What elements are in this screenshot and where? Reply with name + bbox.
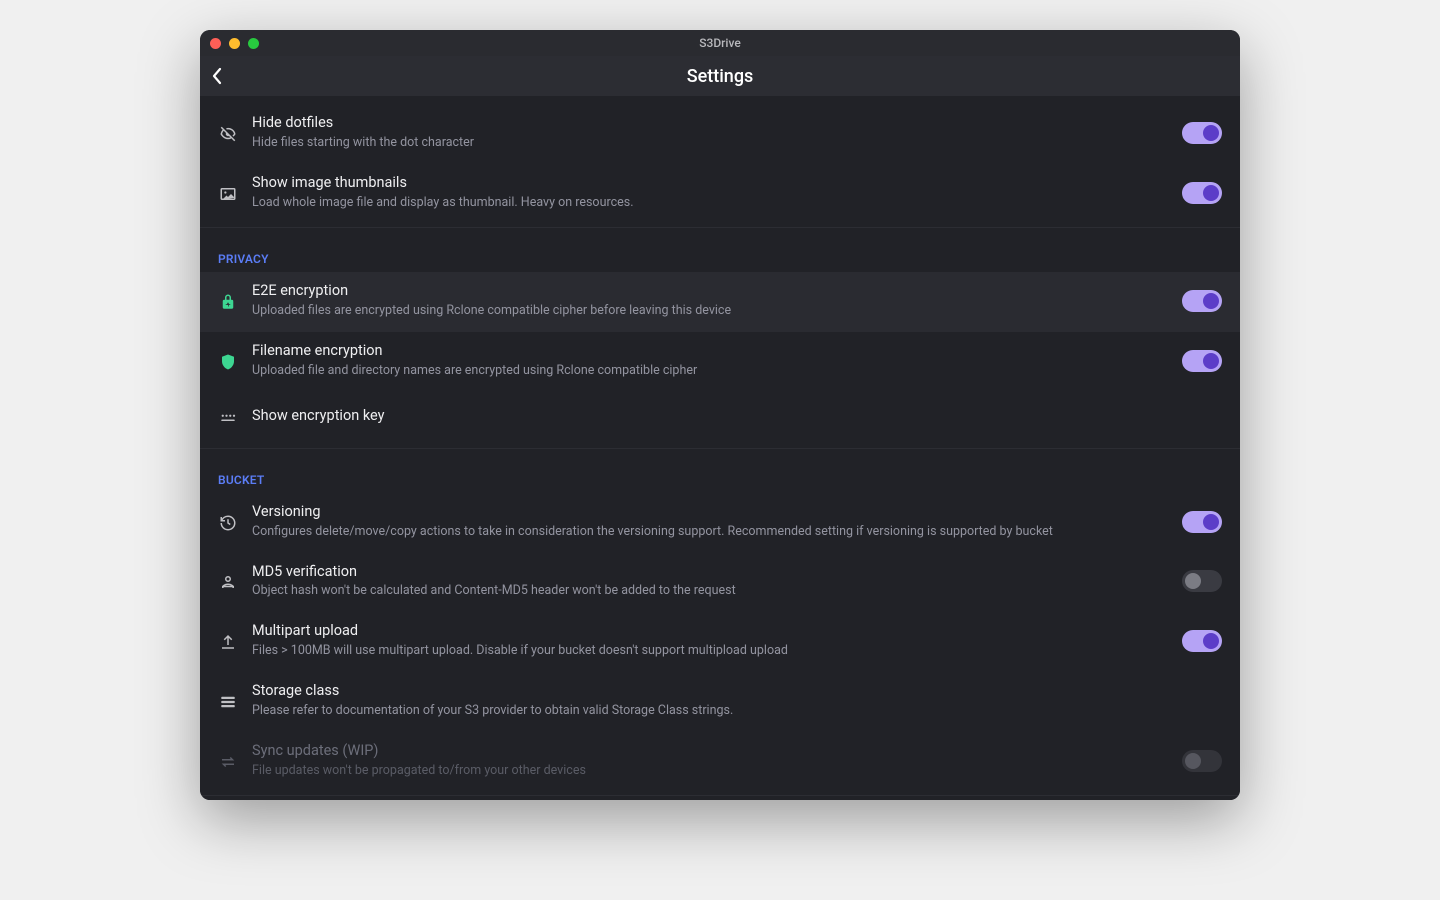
lock-plus-icon [218,293,238,311]
row-title: E2E encryption [252,282,1168,301]
shield-icon [218,353,238,371]
close-window-button[interactable] [210,38,221,49]
row-title: Hide dotfiles [252,114,1168,133]
titlebar: S3Drive [200,30,1240,56]
row-title: Storage class [252,682,1222,701]
window-title: S3Drive [699,36,741,50]
storage-class-row[interactable]: Storage class Please refer to documentat… [200,672,1240,732]
row-title: Multipart upload [252,622,1168,641]
versioning-toggle[interactable] [1182,511,1222,533]
password-dots-icon [218,409,238,427]
e2e-encryption-row: E2E encryption Uploaded files are encryp… [200,272,1240,332]
row-title: MD5 verification [252,563,1168,582]
row-body: Multipart upload Files > 100MB will use … [252,622,1168,660]
row-body: Storage class Please refer to documentat… [252,682,1222,720]
versioning-row: Versioning Configures delete/move/copy a… [200,493,1240,553]
row-subtitle: Please refer to documentation of your S3… [252,703,1222,720]
row-body: E2E encryption Uploaded files are encryp… [252,282,1168,320]
sync-icon [218,753,238,771]
back-button[interactable] [212,67,222,85]
row-body: Show image thumbnails Load whole image f… [252,174,1168,212]
page-title: Settings [687,66,754,87]
bucket-section-header: BUCKET [200,459,1240,493]
chevron-left-icon [212,67,222,85]
row-subtitle: Load whole image file and display as thu… [252,195,1168,212]
row-title: Show encryption key [252,407,1222,426]
e2e-encryption-toggle[interactable] [1182,290,1222,312]
md5-verification-row: MD5 verification Object hash won't be ca… [200,553,1240,613]
row-subtitle: Uploaded file and directory names are en… [252,363,1168,380]
row-body: Sync updates (WIP) File updates won't be… [252,742,1168,780]
hide-dotfiles-row: Hide dotfiles Hide files starting with t… [200,104,1240,164]
maximize-window-button[interactable] [248,38,259,49]
app-window: S3Drive Settings Hide dotfiles Hide file… [200,30,1240,800]
row-title: Sync updates (WIP) [252,742,1168,761]
filename-encryption-row: Filename encryption Uploaded file and di… [200,332,1240,392]
row-subtitle: Uploaded files are encrypted using Rclon… [252,303,1168,320]
row-subtitle: Files > 100MB will use multipart upload.… [252,643,1168,660]
minimize-window-button[interactable] [229,38,240,49]
multipart-upload-toggle[interactable] [1182,630,1222,652]
row-title: Filename encryption [252,342,1168,361]
history-icon [218,514,238,532]
privacy-section-header: PRIVACY [200,238,1240,272]
row-body: Show encryption key [252,407,1222,426]
show-encryption-key-row[interactable]: Show encryption key [200,392,1240,444]
row-subtitle: File updates won't be propagated to/from… [252,763,1168,780]
row-body: Hide dotfiles Hide files starting with t… [252,114,1168,152]
fingerprint-icon [218,573,238,591]
row-body: Filename encryption Uploaded file and di… [252,342,1168,380]
multipart-upload-row: Multipart upload Files > 100MB will use … [200,612,1240,672]
filename-encryption-toggle[interactable] [1182,350,1222,372]
image-icon [218,185,238,203]
page-header: Settings [200,56,1240,96]
eye-off-icon [218,125,238,143]
show-thumbnails-row: Show image thumbnails Load whole image f… [200,164,1240,224]
hide-dotfiles-toggle[interactable] [1182,122,1222,144]
row-subtitle: Hide files starting with the dot charact… [252,135,1168,152]
sync-updates-toggle [1182,750,1222,772]
row-title: Versioning [252,503,1168,522]
md5-verification-toggle[interactable] [1182,570,1222,592]
row-subtitle: Object hash won't be calculated and Cont… [252,583,1168,600]
storage-icon [218,693,238,711]
window-controls [210,38,259,49]
row-subtitle: Configures delete/move/copy actions to t… [252,524,1168,541]
settings-content: Hide dotfiles Hide files starting with t… [200,96,1240,800]
upload-icon [218,633,238,651]
row-body: MD5 verification Object hash won't be ca… [252,563,1168,601]
show-thumbnails-toggle[interactable] [1182,182,1222,204]
row-body: Versioning Configures delete/move/copy a… [252,503,1168,541]
sync-updates-row: Sync updates (WIP) File updates won't be… [200,732,1240,792]
row-title: Show image thumbnails [252,174,1168,193]
